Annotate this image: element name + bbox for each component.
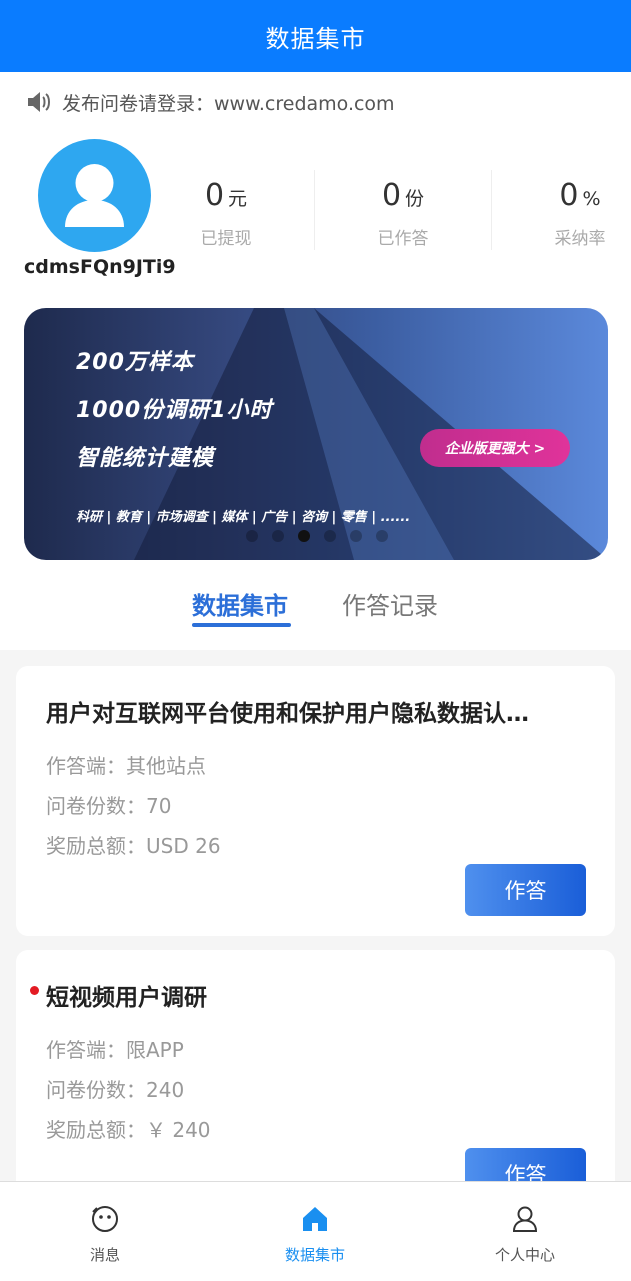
message-face-icon — [92, 1206, 118, 1232]
speaker-icon — [28, 92, 50, 112]
carousel-dot[interactable] — [246, 530, 258, 542]
stat-answered: 0份 已作答 — [338, 176, 468, 249]
promo-banner[interactable]: 200万样本 1000份调研1小时 智能统计建模 企业版更强大 > 科研 | 教… — [24, 308, 608, 560]
banner-line-1: 200万样本 — [76, 350, 194, 375]
username: cdmsFQn9JTi9 — [24, 256, 176, 278]
carousel-dot-active[interactable] — [298, 530, 310, 542]
carousel-dot[interactable] — [376, 530, 388, 542]
carousel-dot[interactable] — [324, 530, 336, 542]
tab-active-indicator — [192, 623, 291, 627]
stat-withdrawn: 0元 已提现 — [161, 176, 291, 249]
tab-answer-records[interactable]: 作答记录 — [342, 586, 438, 621]
stat-acceptance-value: 0 — [559, 178, 579, 213]
carousel-dot[interactable] — [272, 530, 284, 542]
bottom-nav: 消息 数据集市 个人中心 — [0, 1181, 631, 1281]
survey-card[interactable]: 短视频用户调研 作答端：限APP 问卷份数：240 奖励总额：￥ 240 作答 — [16, 950, 615, 1210]
stat-divider — [314, 170, 315, 250]
banner-line-2: 1000份调研1小时 — [76, 398, 273, 423]
stat-withdrawn-label: 已提现 — [200, 229, 252, 249]
page-title: 数据集市 — [265, 24, 366, 53]
stat-acceptance: 0% 采纳率 — [515, 176, 631, 249]
survey-reward: 奖励总额：USD 26 — [46, 834, 221, 858]
answer-button[interactable]: 作答 — [465, 864, 586, 916]
avatar-person-icon — [65, 164, 124, 227]
stat-acceptance-unit: % — [582, 188, 601, 210]
stat-withdrawn-unit: 元 — [228, 188, 248, 210]
avatar[interactable] — [38, 139, 151, 252]
survey-reward: 奖励总额：￥ 240 — [46, 1118, 211, 1142]
notice-bar: 发布问卷请登录：www.credamo.com — [26, 88, 395, 116]
nav-messages[interactable]: 消息 — [25, 1182, 185, 1265]
stat-acceptance-label: 采纳率 — [554, 229, 606, 249]
app-header: 数据集市 — [0, 0, 631, 72]
stat-answered-unit: 份 — [405, 188, 425, 210]
survey-platform: 作答端：其他站点 — [46, 754, 206, 778]
tab-data-market[interactable]: 数据集市 — [192, 586, 288, 621]
nav-profile-label: 个人中心 — [494, 1246, 555, 1264]
banner-line-3: 智能统计建模 — [76, 446, 215, 471]
stat-answered-label: 已作答 — [377, 229, 429, 249]
survey-platform: 作答端：限APP — [46, 1038, 184, 1062]
stat-divider — [491, 170, 492, 250]
home-icon — [303, 1207, 327, 1231]
tab-bar: 数据集市 作答记录 — [0, 586, 631, 636]
nav-data-market-label: 数据集市 — [284, 1246, 345, 1264]
nav-profile[interactable]: 个人中心 — [445, 1182, 605, 1265]
stat-answered-value: 0 — [381, 178, 402, 213]
carousel-dot[interactable] — [350, 530, 362, 542]
survey-count: 问卷份数：240 — [46, 1078, 185, 1102]
survey-count: 问卷份数：70 — [46, 794, 172, 818]
nav-data-market[interactable]: 数据集市 — [235, 1182, 395, 1265]
new-indicator-dot — [30, 986, 39, 995]
survey-title: 用户对互联网平台使用和保护用户隐私数据认… — [46, 701, 529, 727]
survey-title: 短视频用户调研 — [46, 985, 207, 1011]
banner-tags: 科研 | 教育 | 市场调查 | 媒体 | 广告 | 咨询 | 零售 | ...… — [76, 510, 411, 525]
nav-messages-label: 消息 — [89, 1246, 120, 1264]
banner-cta-button[interactable]: 企业版更强大 > — [420, 429, 570, 467]
stat-withdrawn-value: 0 — [204, 178, 225, 213]
person-icon — [512, 1206, 538, 1232]
survey-card[interactable]: 用户对互联网平台使用和保护用户隐私数据认… 作答端：其他站点 问卷份数：70 奖… — [16, 666, 615, 936]
carousel-indicator — [246, 530, 388, 542]
notice-text: 发布问卷请登录：www.credamo.com — [62, 92, 395, 115]
